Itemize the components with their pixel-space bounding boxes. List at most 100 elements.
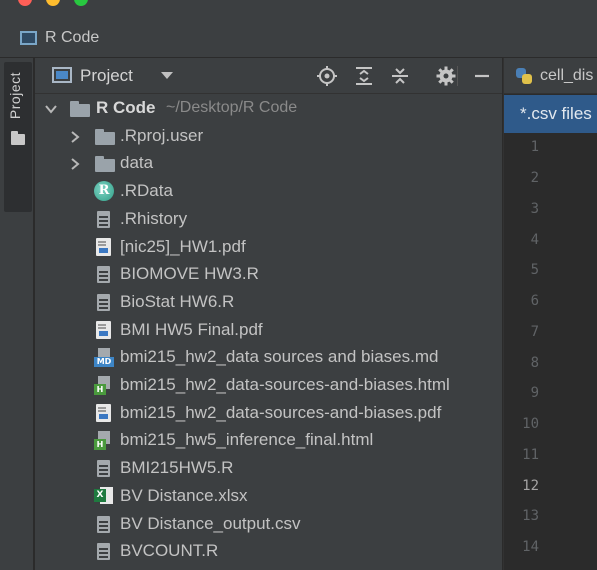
window-icon xyxy=(20,31,37,45)
tree-item[interactable]: H bmi215_hw2_data-sources-and-biases.htm… xyxy=(35,372,502,400)
excel-file-icon: X xyxy=(94,486,114,506)
zoom-window-button[interactable] xyxy=(74,0,88,6)
tree-item[interactable]: .Rproj.user xyxy=(35,123,502,151)
text-file-icon xyxy=(97,210,110,228)
text-file-icon xyxy=(97,460,110,478)
tree-item-label: bmi215_hw2_data-sources-and-biases.pdf xyxy=(120,402,442,422)
tree-item-label: .Rhistory xyxy=(120,208,188,228)
tree-item[interactable]: BMI HW5 Final.pdf xyxy=(35,317,502,345)
tree-item-label: bmi215_hw5_inference_final.html xyxy=(120,430,374,450)
tree-item-label: bmi215_hw2_data-sources-and-biases.html xyxy=(120,375,450,394)
chevron-right-icon[interactable] xyxy=(69,130,81,144)
tree-item[interactable]: .Rhistory xyxy=(35,206,502,234)
window-title-text: R Code xyxy=(45,29,100,46)
folder-icon xyxy=(95,128,115,145)
line-number: 14 xyxy=(522,539,539,555)
line-number: 9 xyxy=(530,385,539,401)
locate-file-button[interactable] xyxy=(315,64,339,88)
tree-item[interactable]: data xyxy=(35,150,502,178)
close-window-button[interactable] xyxy=(18,0,32,6)
chevron-down-icon[interactable] xyxy=(161,72,173,79)
crosshair-icon xyxy=(317,66,337,86)
markdown-badge: MD xyxy=(94,357,114,368)
tree-item[interactable]: BioStat HW6.R xyxy=(35,289,502,317)
collapse-all-button[interactable] xyxy=(388,64,412,88)
tree-item[interactable]: BIOMOVE HW3.R xyxy=(35,261,502,289)
markdown-file-icon: MD xyxy=(94,348,114,368)
title-bar: R Code xyxy=(0,0,597,58)
window-title: R Code xyxy=(20,27,99,49)
pdf-file-icon xyxy=(96,237,111,256)
rdata-file-icon: R xyxy=(94,181,114,202)
tree-item-label: bmi215_hw2_data sources and biases.md xyxy=(120,347,439,367)
tree-item-label: BV Distance.xlsx xyxy=(120,485,248,505)
text-file-icon xyxy=(97,293,110,311)
settings-button[interactable] xyxy=(434,64,458,88)
python-file-icon xyxy=(516,68,532,84)
html-badge: H xyxy=(94,439,106,451)
pdf-file-icon xyxy=(96,320,111,339)
tree-item[interactable]: X BV Distance.xlsx xyxy=(35,483,502,511)
expand-all-button[interactable] xyxy=(352,64,376,88)
line-number: 11 xyxy=(522,447,539,463)
tree-item-label: BMI HW5 Final.pdf xyxy=(120,319,263,339)
pdf-file-icon xyxy=(96,403,111,422)
tree-item-label: BV Distance_output.csv xyxy=(120,513,301,533)
tree-item-label: BIOMOVE HW3.R xyxy=(120,264,259,284)
project-tool-tab-label: Project xyxy=(7,72,23,120)
tree-root-name: R Code xyxy=(96,98,156,117)
tree-item[interactable]: R .RData xyxy=(35,178,502,206)
html-file-icon: H xyxy=(94,376,112,395)
tool-window-strip: Project xyxy=(0,58,34,570)
chevron-right-icon[interactable] xyxy=(69,157,81,171)
text-file-icon xyxy=(97,515,110,533)
tree-root[interactable]: R Code ~/Desktop/R Code xyxy=(35,95,502,123)
tree-item-label: BioStat HW6.R xyxy=(120,291,235,311)
editor-tab[interactable]: cell_dis xyxy=(504,58,597,94)
folder-icon xyxy=(11,131,25,145)
tree-item-label: .Rproj.user xyxy=(120,125,204,145)
tree-item[interactable]: BV Distance_output.csv xyxy=(35,511,502,539)
editor-tab-label: cell_dis xyxy=(540,67,594,84)
tree-item[interactable]: [nic25]_HW1.pdf xyxy=(35,234,502,262)
file-type-notification-bar[interactable]: *.csv files xyxy=(504,95,597,133)
line-number: 8 xyxy=(530,355,539,371)
line-number: 5 xyxy=(530,262,539,278)
project-view-icon xyxy=(52,67,72,83)
folder-icon xyxy=(95,156,115,173)
editor-area: cell_dis *.csv files 1 2 3 4 5 6 7 8 9 1… xyxy=(503,58,597,570)
notification-text: *.csv files xyxy=(520,104,592,123)
line-number: 13 xyxy=(522,508,539,524)
tree-item-label: [nic25]_HW1.pdf xyxy=(120,236,246,256)
project-panel-header: Project xyxy=(35,58,502,94)
excel-badge: X xyxy=(94,488,106,502)
tree-item-label: BVCOUNT.R xyxy=(120,541,219,561)
html-file-icon: H xyxy=(94,431,112,451)
current-line-number: 12 xyxy=(522,478,539,494)
tree-item[interactable]: MD bmi215_hw2_data sources and biases.md xyxy=(35,344,502,372)
line-number: 1 xyxy=(530,139,539,155)
collapse-all-icon xyxy=(392,68,408,84)
tree-item[interactable]: H bmi215_hw5_inference_final.html xyxy=(35,427,502,455)
hide-panel-button[interactable] xyxy=(470,64,494,88)
text-file-icon xyxy=(97,266,110,284)
html-badge: H xyxy=(94,384,106,395)
tree-item[interactable]: BVCOUNT.R xyxy=(35,538,502,566)
tree-item[interactable]: BMI215HW5.R xyxy=(35,455,502,483)
tree-item[interactable]: bmi215_hw2_data-sources-and-biases.pdf xyxy=(35,400,502,428)
tree-item-label: data xyxy=(120,153,154,173)
project-tool-tab[interactable]: Project xyxy=(4,62,32,212)
tree-item-label: BMI215HW5.R xyxy=(120,458,234,478)
project-view-title[interactable]: Project xyxy=(80,66,133,86)
minimize-icon xyxy=(475,74,489,78)
tree-item-label: .RData xyxy=(120,181,173,201)
project-panel: Project R Code ~/Desktop/R Code .Rproj.u… xyxy=(35,58,502,570)
line-number: 7 xyxy=(530,324,539,340)
tree-root-path: ~/Desktop/R Code xyxy=(166,99,298,116)
minimize-window-button[interactable] xyxy=(46,0,60,6)
line-number: 4 xyxy=(530,232,539,248)
line-number: 2 xyxy=(530,170,539,186)
line-number: 10 xyxy=(522,416,539,432)
gear-icon xyxy=(436,66,456,86)
chevron-down-icon[interactable] xyxy=(45,102,57,116)
